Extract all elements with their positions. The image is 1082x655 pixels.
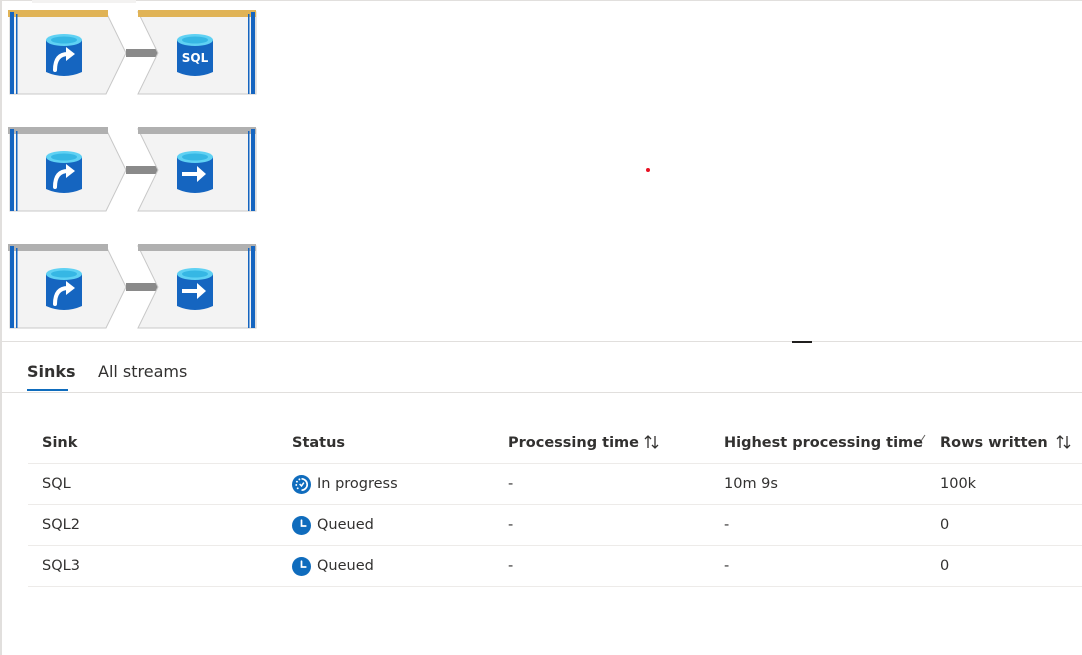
cell-processing-time: - (508, 476, 514, 492)
cell-rows-written: 100k (940, 476, 977, 492)
flow-row-3[interactable] (8, 244, 258, 330)
status-text: Queued (317, 517, 374, 533)
source-node[interactable] (8, 10, 127, 95)
sql-database-icon: SQL (177, 34, 213, 76)
header-highest-processing-time[interactable]: Highest processing time (724, 422, 923, 463)
flow-row-2[interactable] (8, 127, 258, 213)
cell-sink: SQL (42, 476, 71, 492)
flow-canvas[interactable]: SQL (2, 1, 1082, 341)
status-text: Queued (317, 558, 374, 574)
cell-processing-time: - (508, 558, 514, 574)
cell-highest-processing-time: 10m 9s (724, 476, 778, 492)
pane-splitter[interactable] (2, 341, 1082, 342)
cell-sink: SQL2 (42, 517, 80, 533)
clock-icon (292, 515, 311, 535)
sort-icon[interactable] (1054, 432, 1074, 452)
flow-status-bar (8, 10, 108, 17)
database-arrow-right-icon (177, 151, 213, 193)
table-header: Sink Status Processing time Highest proc… (28, 422, 1082, 464)
cell-rows-written: 0 (940, 558, 950, 574)
data-flow-monitor: SQL Sinks All streams Sink Status Proces… (0, 0, 1082, 655)
sort-icon[interactable] (642, 432, 662, 452)
table-row[interactable]: SQL2 Queued - - 0 (28, 505, 1082, 546)
header-processing-time[interactable]: Processing time (508, 422, 639, 463)
table-row[interactable]: SQL In progress - 10m 9s 100k (28, 464, 1082, 505)
clock-icon (292, 556, 311, 576)
source-node[interactable] (8, 127, 127, 212)
splitter-handle[interactable] (792, 341, 812, 343)
cell-highest-processing-time: - (724, 517, 730, 533)
flow-row-1[interactable]: SQL (8, 10, 258, 96)
connector-arrow (126, 166, 158, 174)
database-arrow-icon (46, 268, 82, 310)
database-arrow-icon (46, 151, 82, 193)
column-resize-icon[interactable] (920, 434, 926, 442)
cell-rows-written: 0 (940, 517, 950, 533)
table-row[interactable]: SQL3 Queued - - 0 (28, 546, 1082, 587)
database-arrow-icon (46, 34, 82, 76)
cell-status: Queued (292, 546, 374, 586)
sinks-table: Sink Status Processing time Highest proc… (28, 422, 1082, 587)
cursor-dot (646, 168, 650, 172)
connector-arrow (126, 283, 158, 291)
header-rows-written[interactable]: Rows written (940, 422, 1048, 463)
cell-sink: SQL3 (42, 558, 80, 574)
tab-sinks[interactable]: Sinks (27, 362, 76, 381)
sql-badge: SQL (182, 51, 209, 65)
in-progress-icon (292, 474, 311, 494)
cell-status: Queued (292, 505, 374, 545)
cell-processing-time: - (508, 517, 514, 533)
cell-status: In progress (292, 464, 398, 504)
source-node[interactable] (8, 244, 127, 329)
cell-highest-processing-time: - (724, 558, 730, 574)
connector-arrow (126, 49, 158, 57)
header-sink[interactable]: Sink (42, 422, 77, 463)
header-status[interactable]: Status (292, 422, 345, 463)
active-tab-indicator (27, 389, 68, 391)
database-arrow-right-icon (177, 268, 213, 310)
tab-all-streams[interactable]: All streams (98, 362, 187, 381)
tab-bar: Sinks All streams (2, 351, 1082, 393)
status-text: In progress (317, 476, 398, 492)
